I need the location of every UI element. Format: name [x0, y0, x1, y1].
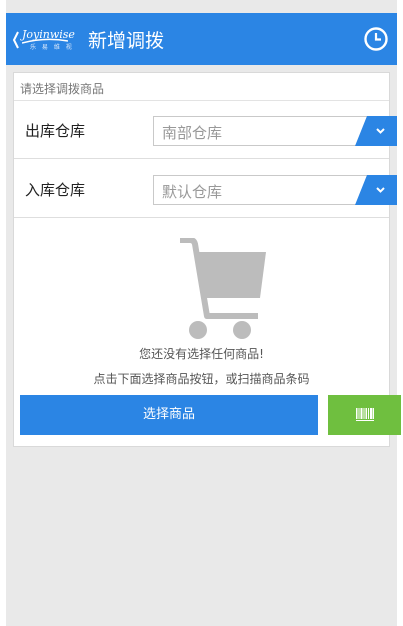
in-warehouse-row: 入库仓库 默认仓库 [14, 160, 397, 218]
shopping-cart-icon [180, 238, 266, 339]
out-warehouse-select[interactable]: 南部仓库 [153, 116, 397, 146]
in-warehouse-label: 入库仓库 [25, 181, 86, 199]
divider [14, 217, 389, 218]
back-logo-button[interactable]: Joyinwise 乐 易 维 视 [12, 27, 80, 53]
clock-icon[interactable] [363, 26, 389, 52]
form-hint: 请选择调拨商品 [20, 82, 105, 96]
divider [14, 158, 389, 159]
left-margin [0, 0, 6, 626]
scan-barcode-button[interactable] [328, 395, 401, 435]
transfer-form-card: 请选择调拨商品 出库仓库 南部仓库 入库仓库 默认仓库 您还没有选择任何商品! [13, 72, 401, 447]
select-goods-button[interactable]: 选择商品 [20, 395, 318, 435]
out-warehouse-label: 出库仓库 [25, 122, 86, 140]
right-margin [397, 0, 403, 626]
page-title: 新增调拨 [88, 30, 165, 52]
empty-message: 您还没有选择任何商品! [139, 347, 264, 361]
logo-subtext: 乐 易 维 视 [30, 44, 74, 51]
chevron-down-icon[interactable] [355, 116, 397, 146]
in-warehouse-value: 默认仓库 [162, 183, 223, 201]
empty-instruction: 点击下面选择商品按钮，或扫描商品条码 [93, 372, 310, 386]
out-warehouse-value: 南部仓库 [162, 124, 223, 142]
chevron-left-icon [12, 31, 19, 49]
barcode-icon [356, 408, 374, 421]
out-warehouse-row: 出库仓库 南部仓库 [14, 101, 397, 159]
chevron-down-icon[interactable] [355, 175, 397, 205]
in-warehouse-select[interactable]: 默认仓库 [153, 175, 397, 205]
app-header: Joyinwise 乐 易 维 视 新增调拨 [6, 13, 397, 65]
